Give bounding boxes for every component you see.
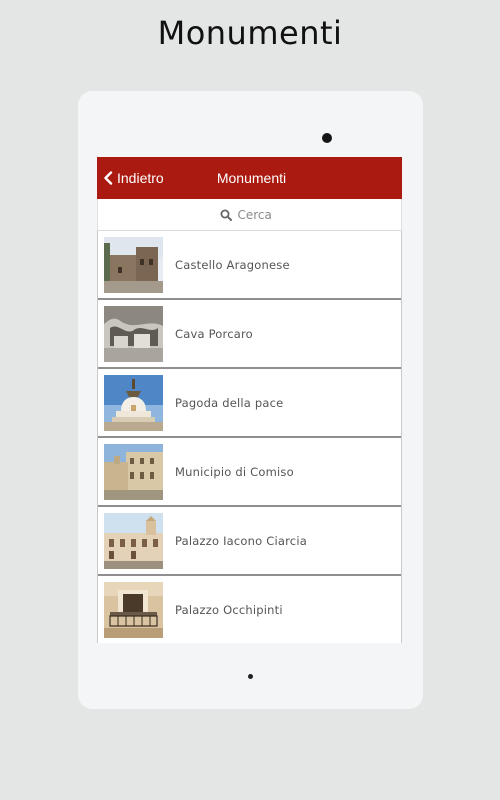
list-item-castello-aragonese[interactable]: Castello Aragonese (98, 231, 401, 300)
search-input[interactable] (237, 207, 280, 222)
search-icon (220, 209, 232, 221)
balcony-photo (104, 581, 163, 638)
monuments-list: Castello Aragonese Cava Porcaro Pagoda d… (97, 231, 402, 643)
list-item-pagoda-della-pace[interactable]: Pagoda della pace (98, 369, 401, 438)
nav-title: Monumenti (216, 170, 287, 186)
tablet-frame: Indietro Monumenti Cerca Castello Aragon… (78, 91, 423, 709)
navigation-bar: Indietro Monumenti (97, 157, 402, 199)
list-item-municipio-di-comiso[interactable]: Municipio di Comiso (98, 438, 401, 507)
screenshot-stage: Monumenti Indietro Monumenti Cerca Caste… (0, 0, 500, 800)
monument-name: Pagoda della pace (175, 395, 284, 410)
front-camera (322, 133, 332, 143)
page-title: Monumenti (157, 14, 343, 52)
list-item-cava-porcaro[interactable]: Cava Porcaro (98, 300, 401, 369)
home-indicator (248, 674, 253, 679)
palace-photo (104, 512, 163, 569)
castle-photo (104, 236, 163, 293)
app-screen: Indietro Monumenti Cerca Castello Aragon… (97, 157, 402, 643)
list-item-palazzo-occhipinti[interactable]: Palazzo Occhipinti (98, 576, 401, 643)
quarry-photo (104, 305, 163, 362)
pagoda-photo (104, 374, 163, 431)
monument-name: Municipio di Comiso (175, 464, 294, 479)
search-bar[interactable] (97, 199, 402, 231)
list-item-palazzo-iacono-ciarcia[interactable]: Palazzo Iacono Ciarcia (98, 507, 401, 576)
monument-name: Cava Porcaro (175, 326, 253, 341)
monument-name: Palazzo Occhipinti (175, 602, 283, 617)
town-hall-photo (104, 443, 163, 500)
monument-name: Castello Aragonese (175, 257, 290, 272)
monument-name: Palazzo Iacono Ciarcia (175, 533, 307, 548)
